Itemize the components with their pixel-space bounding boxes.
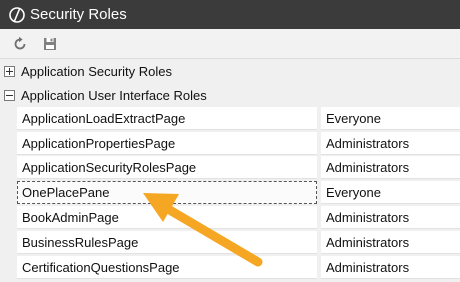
page-name-cell[interactable]: ApplicationLoadExtractPage [17,107,317,130]
refresh-icon[interactable] [10,34,30,54]
table-row[interactable]: BusinessRulesPage Administrators [0,231,460,255]
table-row[interactable]: OnePlacePane Everyone [0,181,460,205]
table-row[interactable]: ApplicationPropertiesPage Administrators [0,132,460,156]
expand-plus-icon[interactable] [4,65,15,77]
toolbar [0,29,460,59]
role-cell[interactable]: Administrators [321,231,460,254]
page-name-cell[interactable]: ApplicationSecurityRolesPage [17,156,317,179]
page-name-cell[interactable]: BookAdminPage [17,206,317,229]
table-row[interactable]: BookAdminPage Administrators [0,206,460,230]
page-name-cell-focused[interactable]: OnePlacePane [17,181,317,204]
role-cell[interactable]: Everyone [321,107,460,130]
page-name-cell[interactable]: BusinessRulesPage [17,231,317,254]
role-cell[interactable]: Administrators [321,132,460,155]
role-cell[interactable]: Administrators [321,206,460,229]
group-label: Application Security Roles [21,63,173,79]
page-name-cell[interactable]: CertificationQuestionsPage [17,256,317,279]
table-row[interactable]: ApplicationLoadExtractPage Everyone [0,107,460,131]
title-bar: Security Roles [0,0,460,29]
table-row[interactable]: ApplicationSecurityRolesPage Administrat… [0,156,460,180]
table-row[interactable]: CertificationQuestionsPage Administrator… [0,256,460,280]
role-cell[interactable]: Administrators [321,156,460,179]
window-title: Security Roles [30,6,127,23]
role-cell[interactable]: Everyone [321,181,460,204]
floppy-disk-icon[interactable] [40,34,60,54]
group-application-security-roles[interactable]: Application Security Roles [0,59,460,84]
circle-slash-icon [6,4,28,26]
role-cell[interactable]: Administrators [321,256,460,279]
page-name-cell[interactable]: ApplicationPropertiesPage [17,132,317,155]
group-label: Application User Interface Roles [21,87,207,103]
collapse-minus-icon[interactable] [4,89,15,101]
roles-table: ApplicationLoadExtractPage Everyone Appl… [0,107,460,282]
group-application-user-interface-roles[interactable]: Application User Interface Roles [0,83,460,107]
